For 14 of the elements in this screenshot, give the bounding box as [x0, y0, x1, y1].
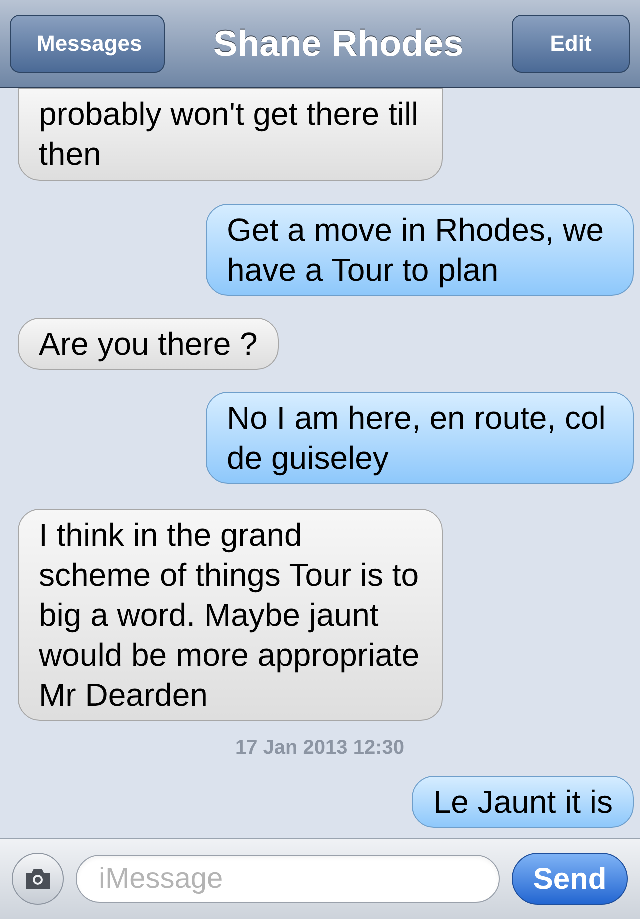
timestamp: 17 Jan 2013 12:30: [235, 736, 405, 760]
edit-button[interactable]: Edit: [512, 14, 630, 72]
camera-icon: [23, 867, 53, 891]
sent-message-bubble: Le Jaunt it is: [412, 776, 634, 828]
back-button[interactable]: Messages: [10, 14, 166, 72]
received-message-bubble: probably won't get there till then: [18, 88, 443, 181]
sent-message-bubble: No I am here, en route, col de guiseley: [206, 392, 634, 484]
conversation-title: Shane Rhodes: [214, 22, 464, 66]
send-button[interactable]: Send: [512, 853, 628, 905]
sent-message-bubble: Get a move in Rhodes, we have a Tour to plan: [206, 204, 634, 296]
camera-button[interactable]: [12, 853, 64, 905]
message-input-field[interactable]: iMessage: [76, 855, 500, 903]
received-message-bubble: I think in the grand scheme of things Tour is to big a word. Maybe jaunt would be more appropriate Mr Dearden: [18, 509, 443, 721]
received-message-bubble: Are you there ?: [18, 318, 279, 370]
